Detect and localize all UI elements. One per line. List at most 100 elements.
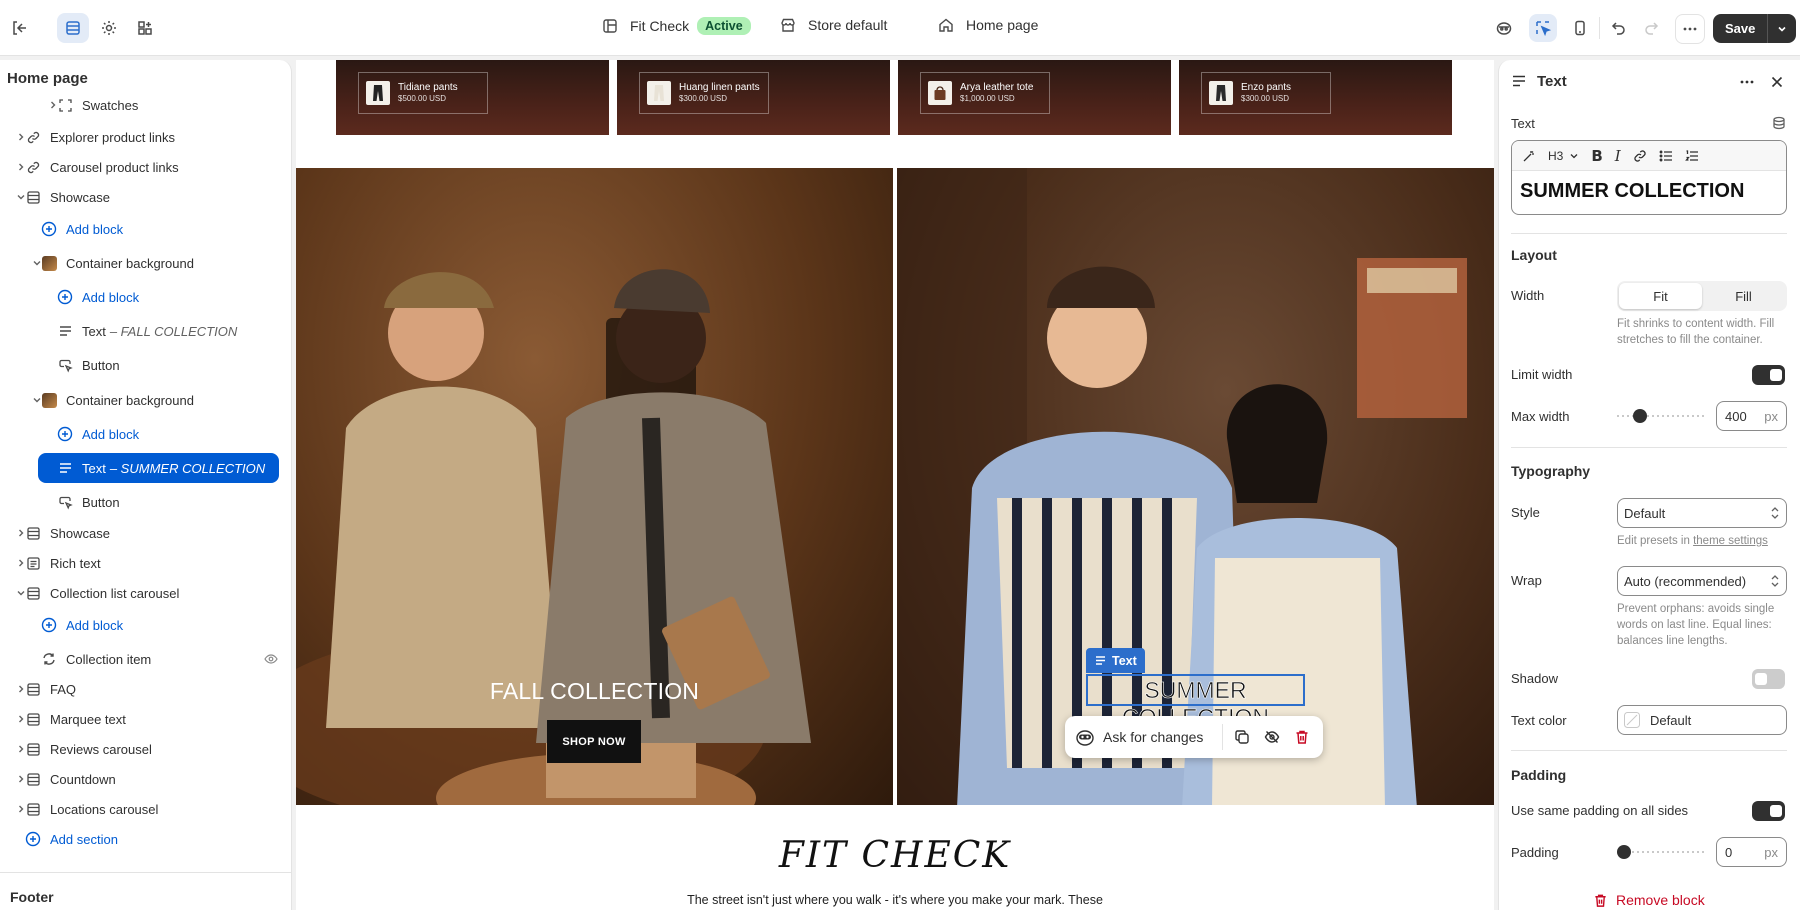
theme-settings-link[interactable]: theme settings: [1693, 535, 1768, 547]
product-tag[interactable]: Tidiane pants $500.00 USD: [358, 72, 488, 114]
chevron-right-icon[interactable]: [14, 682, 28, 696]
sidekick-icon[interactable]: [1490, 14, 1518, 42]
footer-section[interactable]: Footer: [0, 872, 292, 910]
undo-icon[interactable]: [1605, 14, 1633, 42]
sections-icon[interactable]: [57, 13, 89, 43]
chevron-down-icon[interactable]: [14, 190, 28, 204]
product-tag[interactable]: Huang linen pants $300.00 USD: [639, 72, 769, 114]
wrap-select[interactable]: Auto (recommended): [1617, 566, 1787, 596]
showcase-right-image[interactable]: Text SUMMER COLLECTION: [897, 168, 1494, 805]
delete-trash-icon[interactable]: [1291, 726, 1313, 748]
numbered-list-icon[interactable]: [1684, 149, 1699, 163]
chevron-right-icon[interactable]: [14, 742, 28, 756]
chevron-down-icon[interactable]: [30, 393, 44, 407]
visibility-eye-icon[interactable]: [264, 652, 278, 666]
chevron-down-icon[interactable]: [30, 256, 44, 270]
sidebar-tree-item[interactable]: FAQ: [24, 676, 76, 702]
settings-gear-icon[interactable]: [95, 14, 123, 42]
chevron-right-icon[interactable]: [14, 130, 28, 144]
sidebar-tree-item[interactable]: Marquee text: [24, 706, 126, 732]
close-icon[interactable]: [1769, 74, 1785, 90]
sidebar-tree-item[interactable]: Container background: [40, 387, 194, 413]
sidebar-tree-item[interactable]: Explorer product links: [24, 124, 175, 150]
bullet-list-icon[interactable]: [1659, 149, 1673, 163]
sidebar-tree-item[interactable]: Swatches: [56, 92, 138, 118]
sidebar-tree-item[interactable]: Collection item: [40, 646, 151, 672]
store-selector[interactable]: Store default: [780, 17, 887, 33]
max-width-slider[interactable]: [1617, 409, 1705, 423]
dynamic-source-icon[interactable]: [1772, 116, 1786, 130]
sidebar-tree-item[interactable]: Countdown: [24, 766, 116, 792]
chevron-right-icon[interactable]: [14, 526, 28, 540]
showcase-left-image[interactable]: FALL COLLECTION SHOP NOW: [296, 168, 893, 805]
theme-selector[interactable]: Fit Check Active: [602, 17, 751, 35]
panel-more-icon[interactable]: [1739, 74, 1755, 90]
product-card[interactable]: Huang linen pants $300.00 USD: [617, 60, 890, 135]
chevron-right-icon[interactable]: [46, 98, 60, 112]
sidebar-tree-item[interactable]: Showcase: [24, 184, 110, 210]
chevron-right-icon[interactable]: [14, 712, 28, 726]
width-fill-option[interactable]: Fill: [1702, 283, 1785, 309]
apps-icon[interactable]: [131, 14, 159, 42]
max-width-input[interactable]: 400 px: [1716, 401, 1787, 431]
sidebar-tree-item[interactable]: Container background: [40, 250, 194, 276]
add-block-link[interactable]: Add block: [56, 284, 139, 310]
limit-width-toggle[interactable]: [1752, 365, 1785, 385]
rich-text-editor[interactable]: H3 B I SUMMER COLLECTION: [1511, 140, 1787, 215]
same-padding-toggle[interactable]: [1752, 801, 1785, 821]
sidebar-tree-item[interactable]: Carousel product links: [24, 154, 179, 180]
chevron-right-icon[interactable]: [14, 802, 28, 816]
add-block-link[interactable]: Add block: [40, 216, 123, 242]
sidebar-tree-item[interactable]: Reviews carousel: [24, 736, 152, 762]
sidebar-tree-item[interactable]: Button: [56, 489, 120, 515]
more-actions-icon[interactable]: [1675, 14, 1705, 44]
style-select[interactable]: Default: [1617, 498, 1787, 528]
preview-canvas[interactable]: Tidiane pants $500.00 USD Huang linen pan…: [296, 60, 1494, 910]
add-block-link[interactable]: Add block: [40, 612, 123, 638]
product-card[interactable]: Tidiane pants $500.00 USD: [336, 60, 609, 135]
selected-block-label[interactable]: Text: [1086, 648, 1145, 673]
magic-format-icon[interactable]: [1522, 149, 1536, 163]
hide-eye-icon[interactable]: [1261, 726, 1283, 748]
product-tag[interactable]: Enzo pants $300.00 USD: [1201, 72, 1331, 114]
text-color-label: Text color: [1511, 713, 1567, 728]
shadow-toggle[interactable]: [1752, 669, 1785, 689]
fall-collection-heading[interactable]: FALL COLLECTION: [296, 678, 893, 705]
product-card[interactable]: Arya leather tote $1,000.00 USD: [898, 60, 1171, 135]
sidebar-tree-item[interactable]: Text – FALL COLLECTION: [56, 318, 237, 344]
exit-icon[interactable]: [5, 14, 33, 42]
heading-level-select[interactable]: H3: [1548, 149, 1579, 163]
padding-input[interactable]: 0 px: [1716, 837, 1787, 867]
link-icon[interactable]: [1633, 149, 1647, 163]
sidebar-tree-item[interactable]: Button: [56, 352, 120, 378]
bold-icon[interactable]: B: [1591, 147, 1602, 165]
italic-icon[interactable]: I: [1615, 147, 1621, 165]
sidebar-tree-item[interactable]: Collection list carousel: [24, 580, 179, 606]
shop-now-button[interactable]: SHOP NOW: [547, 720, 641, 763]
sidebar-tree-item[interactable]: Text – SUMMER COLLECTION: [38, 453, 279, 483]
sidebar-tree-item[interactable]: Showcase: [24, 520, 110, 546]
inspector-cursor-icon[interactable]: [1529, 14, 1557, 42]
product-card[interactable]: Enzo pants $300.00 USD: [1179, 60, 1452, 135]
sidebar-tree-item[interactable]: Locations carousel: [24, 796, 158, 822]
chevron-right-icon[interactable]: [14, 556, 28, 570]
redo-icon[interactable]: [1637, 14, 1665, 42]
text-color-picker[interactable]: Default: [1617, 705, 1787, 735]
chevron-right-icon[interactable]: [14, 160, 28, 174]
chevron-down-icon[interactable]: [1768, 14, 1796, 43]
text-value[interactable]: SUMMER COLLECTION: [1512, 171, 1786, 212]
page-selector[interactable]: Home page: [938, 17, 1038, 33]
duplicate-icon[interactable]: [1231, 726, 1253, 748]
ask-for-changes-button[interactable]: Ask for changes: [1103, 729, 1214, 745]
remove-block-button[interactable]: Remove block: [1593, 892, 1705, 908]
save-button[interactable]: Save: [1713, 14, 1769, 43]
product-tag[interactable]: Arya leather tote $1,000.00 USD: [920, 72, 1050, 114]
add-block-link[interactable]: Add block: [56, 421, 139, 447]
chevron-right-icon[interactable]: [14, 772, 28, 786]
padding-slider[interactable]: [1617, 845, 1705, 859]
chevron-down-icon[interactable]: [14, 586, 28, 600]
width-fit-option[interactable]: Fit: [1619, 283, 1702, 309]
add-block-link[interactable]: Add section: [24, 826, 118, 852]
sidebar-tree-item[interactable]: Rich text: [24, 550, 101, 576]
mobile-preview-icon[interactable]: [1566, 14, 1594, 42]
